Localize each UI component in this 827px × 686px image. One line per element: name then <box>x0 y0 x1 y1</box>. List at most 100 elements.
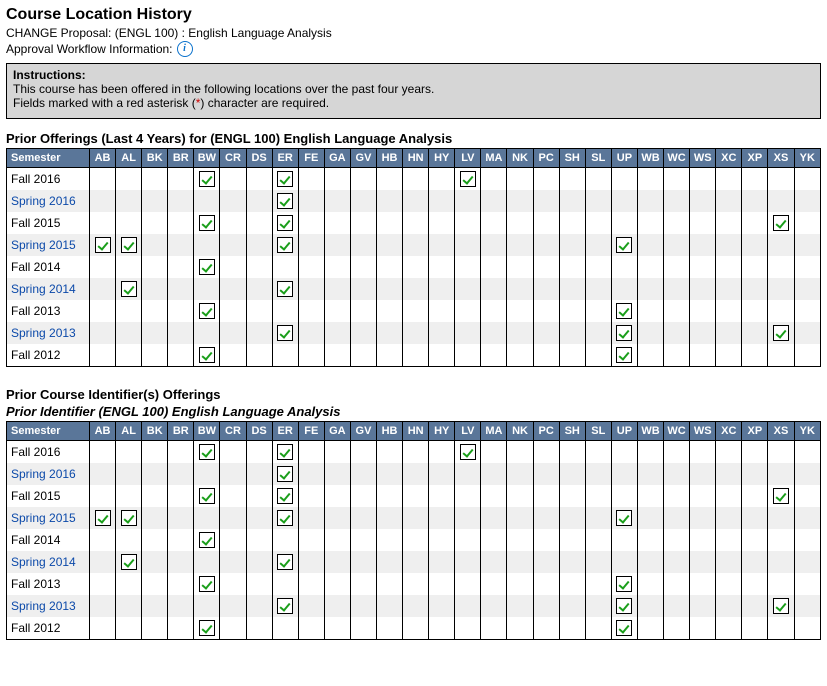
column-header-br: BR <box>168 422 194 441</box>
semester-link[interactable]: Spring 2014 <box>11 555 76 569</box>
cell-lv <box>455 190 481 212</box>
column-header-pc: PC <box>533 422 559 441</box>
column-header-xc: XC <box>716 422 742 441</box>
info-icon[interactable]: i <box>177 41 193 57</box>
cell-br <box>168 529 194 551</box>
cell-pc <box>533 595 559 617</box>
column-header-fe: FE <box>298 422 324 441</box>
checkmark-icon <box>277 281 293 297</box>
cell-er <box>272 441 298 464</box>
semester-cell[interactable]: Spring 2014 <box>7 278 90 300</box>
cell-up <box>611 441 637 464</box>
cell-sl <box>585 278 611 300</box>
cell-nk <box>507 234 533 256</box>
semester-link[interactable]: Spring 2013 <box>11 326 76 340</box>
cell-ab <box>89 463 115 485</box>
cell-xs <box>768 190 794 212</box>
cell-nk <box>507 573 533 595</box>
cell-hy <box>429 485 455 507</box>
cell-sl <box>585 529 611 551</box>
cell-lv <box>455 463 481 485</box>
cell-xc <box>716 485 742 507</box>
cell-hb <box>377 507 403 529</box>
cell-ds <box>246 212 272 234</box>
cell-lv <box>455 617 481 640</box>
cell-br <box>168 617 194 640</box>
cell-yk <box>794 278 820 300</box>
cell-hb <box>377 551 403 573</box>
cell-yk <box>794 300 820 322</box>
cell-ws <box>690 551 716 573</box>
column-header-ws: WS <box>690 422 716 441</box>
cell-wb <box>637 168 663 191</box>
cell-ga <box>324 344 350 367</box>
cell-gv <box>350 344 376 367</box>
column-header-ma: MA <box>481 422 507 441</box>
semester-link[interactable]: Spring 2015 <box>11 511 76 525</box>
semester-link[interactable]: Spring 2015 <box>11 238 76 252</box>
cell-pc <box>533 344 559 367</box>
cell-hn <box>403 573 429 595</box>
cell-pc <box>533 234 559 256</box>
cell-hy <box>429 344 455 367</box>
cell-bk <box>142 212 168 234</box>
cell-cr <box>220 617 246 640</box>
cell-sl <box>585 234 611 256</box>
column-header-hn: HN <box>403 149 429 168</box>
checkmark-icon <box>773 215 789 231</box>
semester-cell[interactable]: Spring 2013 <box>7 595 90 617</box>
semester-link[interactable]: Spring 2014 <box>11 282 76 296</box>
column-header-hb: HB <box>377 149 403 168</box>
cell-gv <box>350 507 376 529</box>
semester-cell[interactable]: Spring 2016 <box>7 463 90 485</box>
column-header-fe: FE <box>298 149 324 168</box>
cell-ab <box>89 278 115 300</box>
instructions-line2a: Fields marked with a red asterisk ( <box>13 96 196 110</box>
table-row: Fall 2015 <box>7 212 821 234</box>
semester-cell[interactable]: Spring 2016 <box>7 190 90 212</box>
semester-cell[interactable]: Spring 2015 <box>7 507 90 529</box>
semester-cell[interactable]: Spring 2013 <box>7 322 90 344</box>
cell-nk <box>507 190 533 212</box>
cell-er <box>272 485 298 507</box>
cell-ga <box>324 529 350 551</box>
cell-ab <box>89 168 115 191</box>
cell-fe <box>298 212 324 234</box>
semester-link[interactable]: Spring 2016 <box>11 194 76 208</box>
table-row: Fall 2014 <box>7 256 821 278</box>
cell-xs <box>768 507 794 529</box>
cell-ga <box>324 463 350 485</box>
semester-cell[interactable]: Spring 2014 <box>7 551 90 573</box>
cell-ma <box>481 300 507 322</box>
cell-bw <box>194 617 220 640</box>
column-header-hy: HY <box>429 422 455 441</box>
cell-wc <box>664 529 690 551</box>
cell-br <box>168 322 194 344</box>
cell-al <box>116 441 142 464</box>
semester-link[interactable]: Spring 2016 <box>11 467 76 481</box>
cell-ma <box>481 212 507 234</box>
cell-yk <box>794 190 820 212</box>
cell-nk <box>507 551 533 573</box>
cell-ma <box>481 234 507 256</box>
cell-bw <box>194 529 220 551</box>
cell-gv <box>350 256 376 278</box>
table-row: Spring 2014 <box>7 551 821 573</box>
cell-br <box>168 212 194 234</box>
semester-link[interactable]: Spring 2013 <box>11 599 76 613</box>
checkmark-icon <box>277 444 293 460</box>
cell-ma <box>481 463 507 485</box>
checkmark-icon <box>199 576 215 592</box>
column-header-ds: DS <box>246 422 272 441</box>
cell-fe <box>298 463 324 485</box>
cell-hy <box>429 234 455 256</box>
cell-bw <box>194 463 220 485</box>
cell-ds <box>246 507 272 529</box>
semester-cell[interactable]: Spring 2015 <box>7 234 90 256</box>
cell-er <box>272 322 298 344</box>
cell-ga <box>324 278 350 300</box>
cell-ga <box>324 300 350 322</box>
cell-xs <box>768 551 794 573</box>
cell-nk <box>507 344 533 367</box>
cell-sh <box>559 573 585 595</box>
